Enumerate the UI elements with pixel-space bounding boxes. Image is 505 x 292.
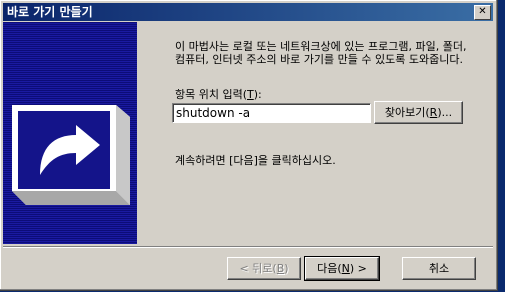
cancel-button[interactable]: 취소 <box>402 257 476 280</box>
next-button[interactable]: 다음(N) > <box>304 256 380 281</box>
window-title: 바로 가기 만들기 <box>7 5 93 19</box>
continue-instruction: 계속하려면 [다음]을 클릭하십시오. <box>175 154 336 167</box>
intro-text: 이 마법사는 로컬 또는 네트워크상에 있는 프로그램, 파일, 폴더, 컴퓨터… <box>175 40 467 66</box>
divider <box>3 246 493 248</box>
close-button[interactable]: ✕ <box>474 5 491 20</box>
browse-button[interactable]: 찾아보기(R)... <box>374 101 463 124</box>
back-button[interactable]: < 뒤로(B) <box>227 257 301 280</box>
location-label: 항목 위치 입력(T): <box>175 88 262 101</box>
wizard-side-panel <box>3 22 137 244</box>
close-icon: ✕ <box>478 6 487 17</box>
shortcut-arrow-icon <box>12 105 130 205</box>
location-input[interactable]: shutdown -a <box>172 103 371 123</box>
title-bar[interactable]: 바로 가기 만들기 ✕ <box>3 3 493 21</box>
create-shortcut-dialog: 바로 가기 만들기 ✕ 이 마법사는 로컬 또는 네트워크상에 있는 프로그램,… <box>0 0 498 291</box>
